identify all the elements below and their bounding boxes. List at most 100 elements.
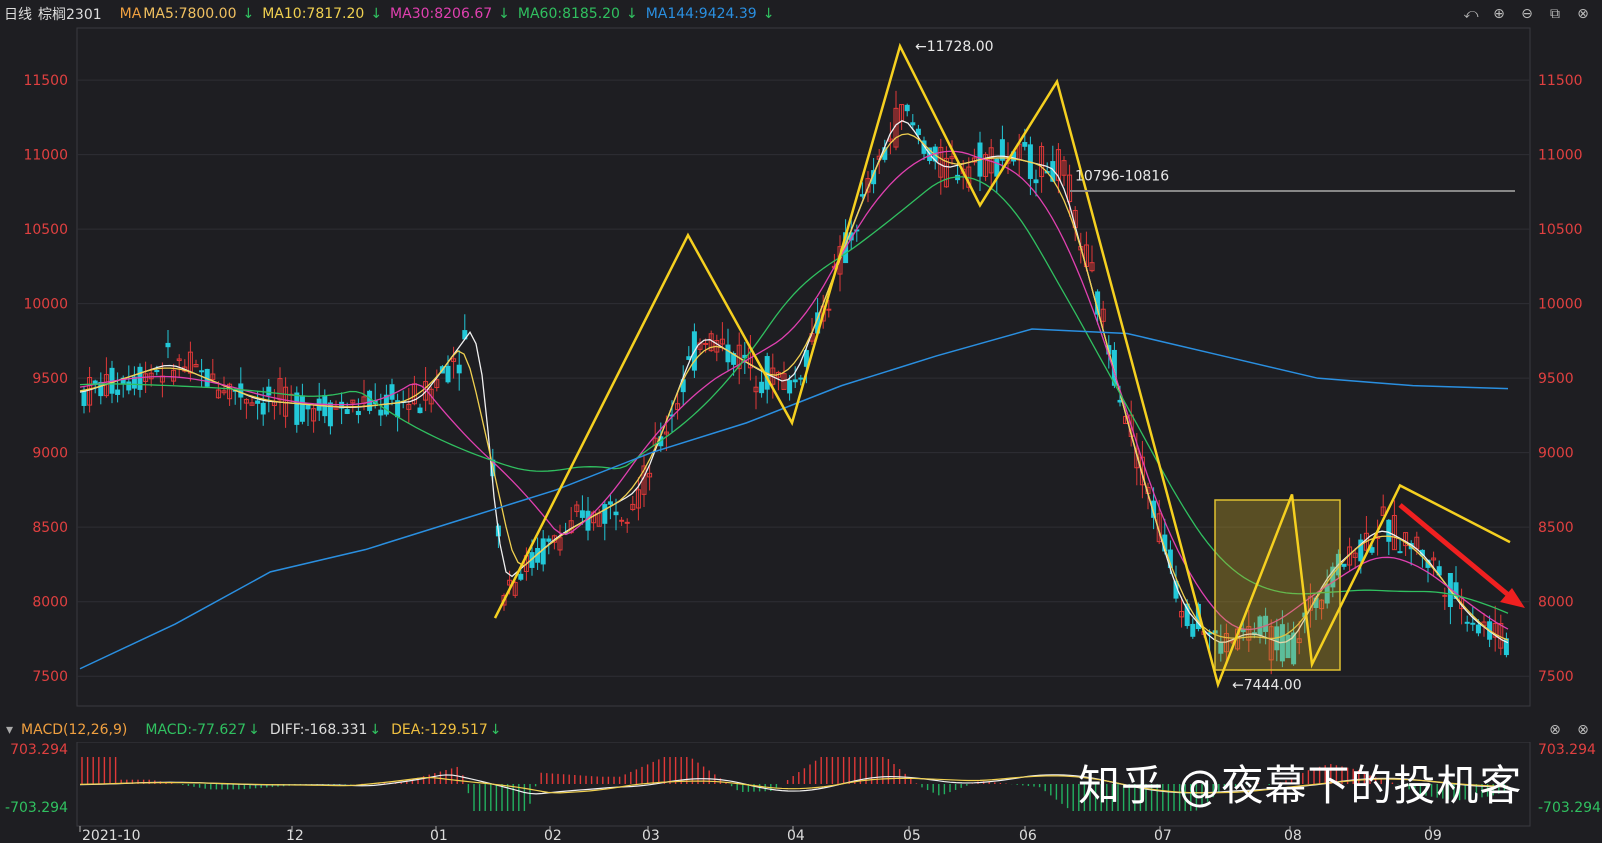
- collapse-icon[interactable]: ▾: [6, 722, 13, 738]
- x-tick-label: 07: [1154, 828, 1172, 843]
- candle-body: [299, 395, 305, 422]
- macd-value: MACD:-77.627: [145, 722, 247, 738]
- candle-body: [255, 400, 261, 404]
- x-tick-label: 05: [903, 828, 921, 843]
- x-tick-label: 2021-10: [82, 828, 141, 843]
- candle-body: [378, 409, 384, 416]
- candle-body: [994, 158, 1000, 177]
- candle-body: [137, 366, 143, 390]
- candle-body: [115, 389, 121, 395]
- x-tick-label: 02: [544, 828, 562, 843]
- macd-header: ▾ MACD(12,26,9) MACD:-77.627 ↓ DIFF:-168.…: [0, 718, 1602, 742]
- candle-body: [238, 383, 244, 398]
- candle-body: [904, 104, 910, 112]
- candle-body: [915, 128, 921, 136]
- watermark: 知乎 @夜幕下的投机客: [1078, 761, 1523, 810]
- candle-body: [294, 392, 300, 425]
- candle-body: [826, 308, 832, 311]
- candle-body: [859, 194, 865, 197]
- candle-body: [355, 410, 361, 416]
- macd-close-icon[interactable]: ⊗: [1546, 721, 1564, 739]
- y-tick-label: 8500: [32, 520, 68, 536]
- candle-body: [798, 377, 804, 380]
- candle-body: [703, 342, 709, 345]
- candle-body: [602, 504, 608, 524]
- candle-body: [154, 370, 160, 373]
- x-tick-label: 01: [430, 828, 448, 843]
- down-arrow-icon: ↓: [369, 722, 382, 738]
- candle-body: [585, 510, 591, 531]
- candle-body: [199, 370, 205, 373]
- down-arrow-icon: ↓: [489, 722, 502, 738]
- y-tick-label: 10000: [1538, 297, 1583, 313]
- candle-body: [910, 122, 916, 126]
- y-tick-label: 8000: [32, 595, 68, 611]
- candle-body: [1470, 622, 1476, 625]
- candle-body: [792, 379, 798, 383]
- macd-settings-icon[interactable]: ⊗: [1574, 721, 1592, 739]
- candle-body: [787, 380, 793, 394]
- x-tick-label: 03: [642, 828, 660, 843]
- candle-body: [165, 342, 171, 348]
- y-tick-label: 11500: [1538, 73, 1583, 89]
- candle-body: [445, 365, 451, 383]
- candle-body: [260, 402, 266, 415]
- candle-body: [759, 381, 765, 394]
- candle-body: [1464, 621, 1470, 624]
- x-axis: 2021-10 12 01 02 03 04 05 06 07 08 09: [79, 826, 1442, 843]
- y-tick-label: 8000: [1538, 595, 1574, 611]
- price-annotation: 10796-10816: [1075, 169, 1169, 185]
- candle-body: [1033, 179, 1039, 184]
- y-axis-left: 7500 8000 8500 9000 9500 10000 10500 11000 11500: [23, 73, 68, 685]
- down-arrow-icon: ↓: [248, 722, 260, 738]
- macd-tick-label: -703.294: [5, 800, 68, 816]
- price-annotation: ←11728.00: [915, 39, 994, 55]
- y-tick-label: 10500: [23, 222, 68, 238]
- y-tick-label: 10000: [23, 297, 68, 313]
- candle-body: [1341, 563, 1347, 567]
- macd-tick-label: -703.294: [1538, 800, 1601, 816]
- candle-body: [1442, 594, 1448, 597]
- candle-body: [619, 519, 625, 522]
- y-tick-label: 11000: [23, 148, 68, 164]
- macd-name: MACD(12,26,9): [21, 722, 128, 738]
- y-tick-label: 7500: [32, 669, 68, 685]
- candle-body: [456, 364, 462, 374]
- candle-body: [579, 510, 585, 518]
- x-tick-label: 12: [286, 828, 304, 843]
- price-annotation: ←7444.00: [1232, 678, 1302, 694]
- y-tick-label: 7500: [1538, 669, 1574, 685]
- candle-body: [367, 390, 373, 411]
- x-tick-label: 04: [787, 828, 805, 843]
- candle-body: [1022, 142, 1028, 147]
- x-tick-label: 08: [1284, 828, 1302, 843]
- candle-body: [266, 386, 272, 396]
- candle-body: [1475, 624, 1481, 634]
- y-tick-label: 9500: [1538, 371, 1574, 387]
- y-tick-label: 11500: [23, 73, 68, 89]
- candle-body: [389, 384, 395, 400]
- y-tick-label: 11000: [1538, 148, 1583, 164]
- candle-body: [81, 389, 87, 406]
- price-chart[interactable]: 7500 8000 8500 9000 9500 10000 10500 11000 11500…: [0, 0, 1602, 843]
- candle-body: [417, 407, 423, 414]
- candle-body: [546, 538, 552, 542]
- candle-body: [607, 501, 613, 505]
- candle-body: [624, 521, 630, 524]
- x-tick-label: 06: [1019, 828, 1037, 843]
- y-tick-label: 8500: [1538, 520, 1574, 536]
- candle-body: [613, 511, 619, 516]
- candle-body: [1397, 551, 1403, 554]
- y-tick-label: 9000: [1538, 446, 1574, 462]
- candle-body: [126, 381, 132, 391]
- y-tick-label: 9000: [32, 446, 68, 462]
- candle-body: [344, 409, 350, 414]
- x-tick-label: 09: [1424, 828, 1442, 843]
- dea-value: DEA:-129.517: [391, 722, 488, 738]
- y-tick-label: 10500: [1538, 222, 1583, 238]
- candle-body: [1190, 623, 1196, 637]
- macd-tick-label: 703.294: [1538, 742, 1596, 758]
- diff-value: DIFF:-168.331: [269, 722, 368, 738]
- candle-body: [1386, 519, 1392, 542]
- y-axis-right: 7500 8000 8500 9000 9500 10000 10500 11000 11500: [1538, 73, 1583, 685]
